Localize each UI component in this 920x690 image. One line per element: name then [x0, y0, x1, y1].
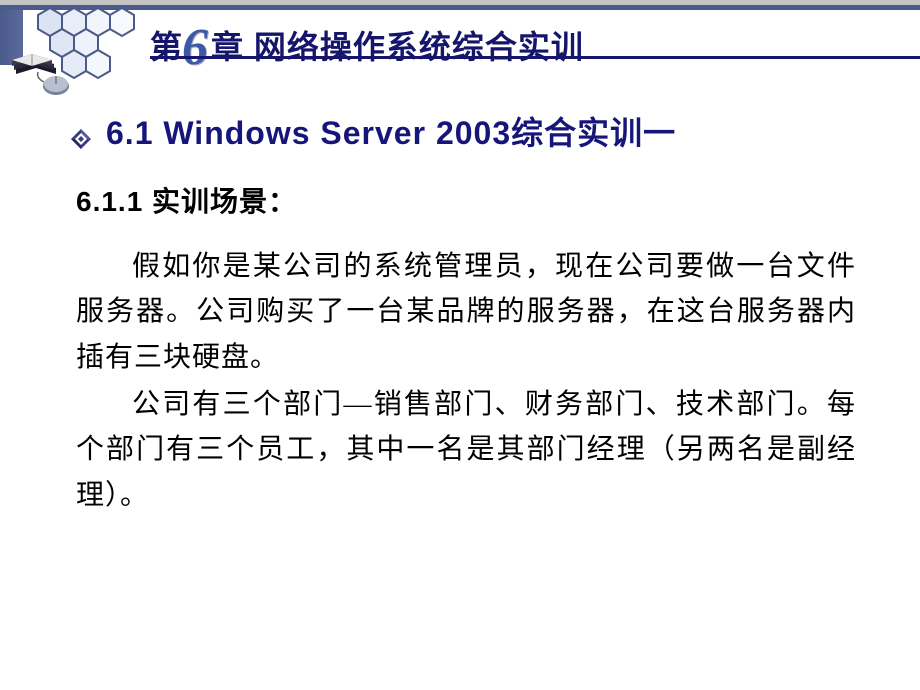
chapter-number: 6 — [182, 18, 209, 77]
diamond-bullet-icon — [70, 121, 92, 143]
subsection-title: 6.1.1 实训场景： — [76, 180, 860, 220]
section-title: 6.1 Windows Server 2003综合实训一 — [70, 108, 860, 154]
body-paragraph-1: 假如你是某公司的系统管理员，现在公司要做一台文件服务器。公司购买了一台某品牌的服… — [76, 244, 856, 380]
chapter-title: 第 6 章 网络操作系统综合实训 — [150, 12, 584, 71]
slide-content: 6.1 Windows Server 2003综合实训一 6.1.1 实训场景：… — [70, 108, 860, 520]
chapter-suffix: 章 网络操作系统综合实训 — [211, 22, 584, 68]
slide-header: 第 6 章 网络操作系统综合实训 — [0, 0, 920, 95]
section-title-text: 6.1 Windows Server 2003综合实训一 — [106, 108, 676, 154]
mouse-icon — [34, 70, 72, 98]
body-paragraph-2: 公司有三个部门—销售部门、财务部门、技术部门。每个部门有三个员工，其中一名是其部… — [76, 382, 856, 518]
chapter-underline — [150, 56, 920, 59]
